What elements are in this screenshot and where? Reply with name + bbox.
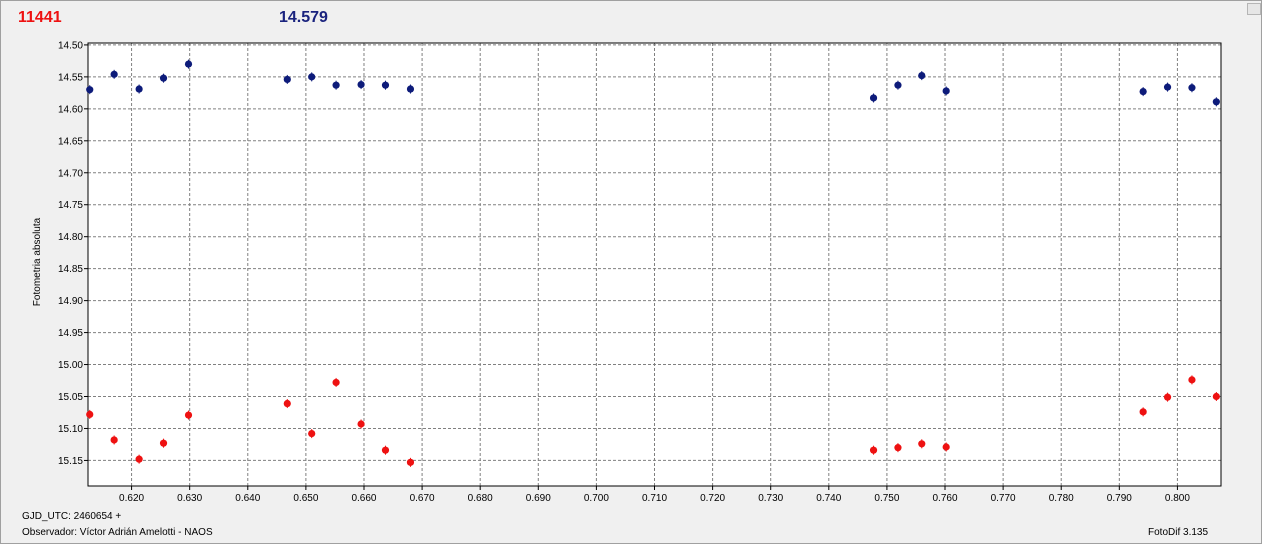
data-point	[357, 420, 365, 428]
data-point	[110, 436, 118, 444]
y-tick-label: 15.05	[58, 392, 83, 403]
x-tick-label: 0.800	[1165, 493, 1190, 504]
data-point	[357, 80, 365, 89]
data-point	[283, 399, 291, 408]
data-point	[942, 87, 950, 95]
y-tick-label: 15.10	[58, 424, 83, 435]
data-point	[308, 429, 316, 438]
x-tick-label: 0.680	[468, 493, 493, 504]
x-tick-label: 0.780	[1049, 493, 1074, 504]
data-point	[918, 72, 926, 80]
x-tick-label: 0.760	[932, 493, 957, 504]
data-point	[1139, 408, 1147, 416]
photometry-chart: 0.620 0.630 0.640 0.650 0.660 0.670 0.680 0.690…	[32, 40, 1222, 504]
data-point	[1212, 98, 1220, 106]
data-point	[869, 94, 878, 102]
data-point	[86, 410, 94, 419]
y-tick-label: 15.15	[58, 456, 83, 467]
x-tick-label: 0.750	[874, 493, 899, 504]
x-tick-label: 0.690	[526, 493, 551, 504]
data-point	[1212, 392, 1220, 401]
x-tick-label: 0.630	[177, 493, 202, 504]
y-tick-label: 14.55	[58, 72, 83, 83]
x-tick-label: 0.740	[816, 493, 841, 504]
data-point	[110, 70, 118, 78]
x-tick-label: 0.710	[642, 493, 667, 504]
data-point	[1163, 393, 1172, 401]
data-point	[135, 455, 143, 463]
data-point	[184, 411, 193, 419]
data-point	[332, 81, 340, 89]
x-tick-label: 0.620	[119, 493, 144, 504]
x-tick-label: 0.640	[235, 493, 260, 504]
data-point	[135, 85, 143, 93]
data-point	[869, 446, 878, 454]
y-axis-label: Fotometria absoluta	[32, 217, 43, 306]
version-label: FotoDif 3.135	[1148, 527, 1209, 538]
y-tick-label: 14.80	[58, 232, 83, 243]
data-point	[381, 81, 390, 89]
observer-label: Observador: Víctor Adrián Amelotti - NAO…	[22, 527, 213, 538]
x-tick-label: 0.770	[991, 493, 1016, 504]
data-point	[406, 458, 415, 466]
x-tick-label: 0.790	[1107, 493, 1132, 504]
data-point	[942, 443, 950, 451]
y-tick-label: 14.60	[58, 104, 83, 115]
x-tick-label: 0.660	[351, 493, 376, 504]
x-tick-label: 0.700	[584, 493, 609, 504]
data-point	[381, 446, 390, 454]
y-tick-label: 14.50	[58, 40, 83, 51]
data-point	[332, 378, 340, 387]
data-point	[159, 439, 168, 447]
data-point	[894, 81, 902, 89]
data-point	[308, 73, 316, 81]
y-tick-label: 14.70	[58, 168, 83, 179]
x-tick-label: 0.720	[700, 493, 725, 504]
data-point	[1139, 87, 1147, 96]
x-tick-label: 0.650	[293, 493, 318, 504]
y-tick-label: 14.85	[58, 264, 83, 275]
data-point	[406, 85, 415, 93]
gjd-utc-label: GJD_UTC: 2460654 +	[22, 511, 122, 522]
y-tick-label: 15.00	[58, 360, 83, 371]
x-tick-label: 0.670	[410, 493, 435, 504]
data-point	[1188, 376, 1196, 384]
y-tick-label: 14.90	[58, 296, 83, 307]
data-point	[894, 444, 902, 452]
data-point	[918, 440, 926, 448]
data-point	[159, 74, 168, 82]
x-tick-label: 0.730	[758, 493, 783, 504]
data-point	[1163, 83, 1172, 91]
y-tick-label: 14.75	[58, 200, 83, 211]
data-point	[283, 75, 291, 84]
data-point	[86, 86, 94, 94]
y-tick-label: 14.65	[58, 136, 83, 147]
data-point	[1188, 84, 1196, 92]
y-tick-label: 14.95	[58, 328, 83, 339]
data-point	[184, 60, 193, 68]
